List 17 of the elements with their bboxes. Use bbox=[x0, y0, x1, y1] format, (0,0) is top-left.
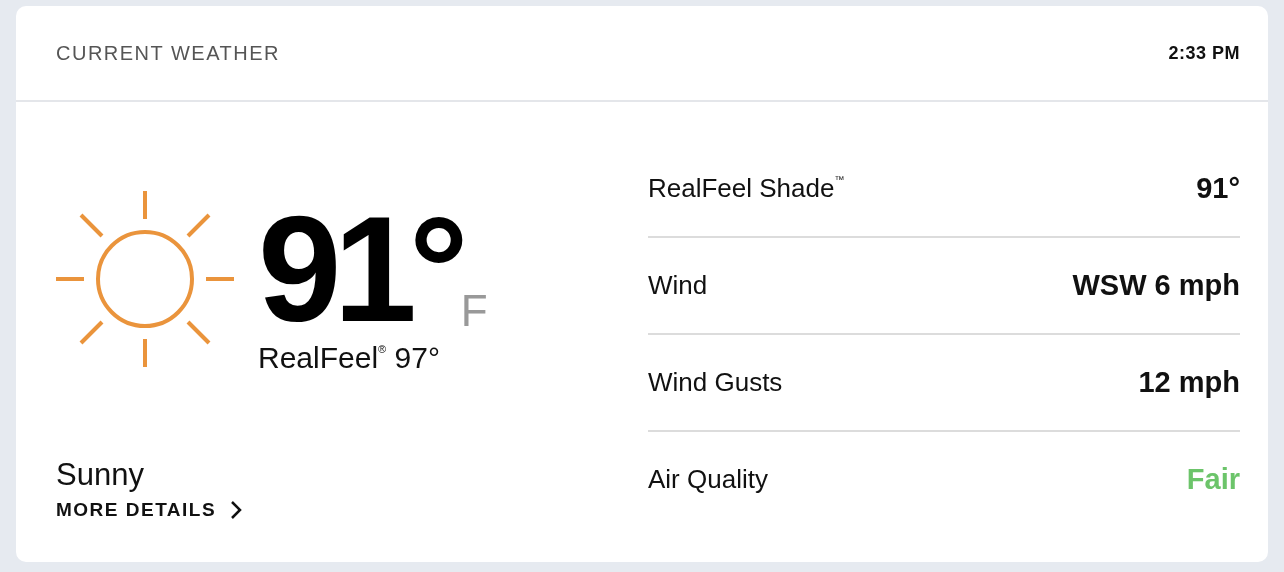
temperature-unit: F bbox=[460, 289, 488, 333]
detail-value: WSW 6 mph bbox=[1072, 269, 1240, 302]
detail-value: Fair bbox=[1186, 463, 1240, 496]
detail-value: 12 mph bbox=[1138, 366, 1240, 399]
card-title: CURRENT WEATHER bbox=[56, 41, 280, 65]
time-label: 2:33 PM bbox=[1168, 42, 1240, 64]
detail-label: RealFeel Shade$^{™}$ bbox=[648, 173, 845, 204]
sun-icon bbox=[56, 189, 234, 369]
more-details-link[interactable]: MORE DETAILS bbox=[56, 499, 243, 521]
detail-value: 91° bbox=[1196, 172, 1240, 205]
detail-label: Wind Gusts bbox=[648, 367, 783, 398]
detail-label: Air Quality bbox=[648, 464, 768, 495]
detail-label: Wind bbox=[648, 270, 708, 301]
realfeel-temperature: RealFeel$^{®}$ 97° bbox=[258, 341, 441, 375]
temperature: 91° bbox=[258, 199, 461, 339]
condition-label: Sunny bbox=[56, 457, 145, 493]
chevron-icon bbox=[230, 500, 243, 520]
